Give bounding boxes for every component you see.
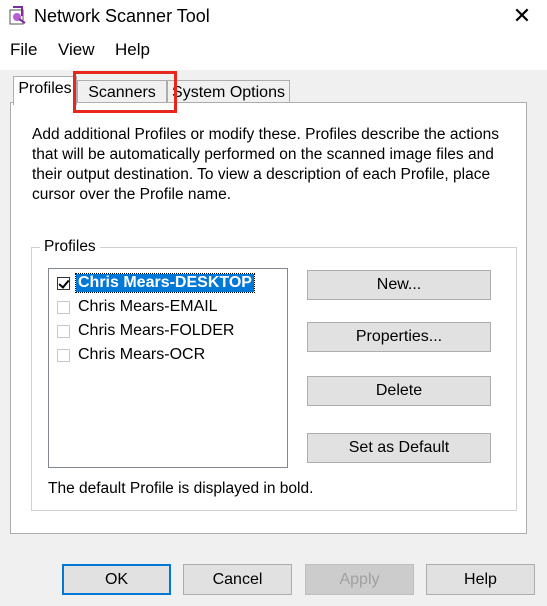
profile-list[interactable]: Chris Mears-DESKTOP Chris Mears-EMAIL Ch… (48, 268, 288, 468)
help-button[interactable]: Help (426, 564, 535, 595)
scanner-app-icon (8, 6, 28, 26)
list-item[interactable]: Chris Mears-DESKTOP (57, 272, 255, 294)
default-profile-note: The default Profile is displayed in bold… (48, 480, 314, 497)
profiles-description: Add additional Profiles or modify these.… (32, 126, 499, 203)
list-item[interactable]: Chris Mears-EMAIL (57, 296, 220, 318)
cancel-button[interactable]: Cancel (183, 564, 292, 595)
tab-profiles[interactable]: Profiles (13, 76, 77, 105)
menu-view[interactable]: View (58, 39, 95, 61)
window-title: Network Scanner Tool (34, 6, 210, 26)
checkbox[interactable] (57, 348, 70, 362)
set-default-button[interactable]: Set as Default (307, 433, 491, 463)
new-profile-button[interactable]: New... (307, 270, 491, 300)
ok-button[interactable]: OK (62, 564, 171, 595)
profiles-groupbox-label: Profiles (40, 238, 100, 256)
tab-scanners[interactable]: Scanners (77, 80, 167, 104)
checkbox[interactable] (57, 324, 70, 338)
checkbox[interactable] (57, 300, 70, 314)
properties-button[interactable]: Properties... (307, 322, 491, 352)
menu-file[interactable]: File (10, 39, 37, 61)
list-item[interactable]: Chris Mears-FOLDER (57, 320, 236, 342)
menu-help[interactable]: Help (115, 39, 150, 61)
tab-system-options[interactable]: System Options (167, 80, 290, 104)
close-icon[interactable]: ✕ (502, 0, 542, 32)
profile-label: Chris Mears-DESKTOP (75, 273, 255, 293)
checkbox-checked[interactable] (57, 276, 70, 290)
profile-label: Chris Mears-OCR (78, 346, 206, 363)
profile-label: Chris Mears-FOLDER (78, 322, 235, 339)
list-item[interactable]: Chris Mears-OCR (57, 344, 207, 366)
profile-label: Chris Mears-EMAIL (78, 298, 218, 315)
apply-button[interactable]: Apply (305, 564, 414, 595)
delete-button[interactable]: Delete (307, 376, 491, 406)
